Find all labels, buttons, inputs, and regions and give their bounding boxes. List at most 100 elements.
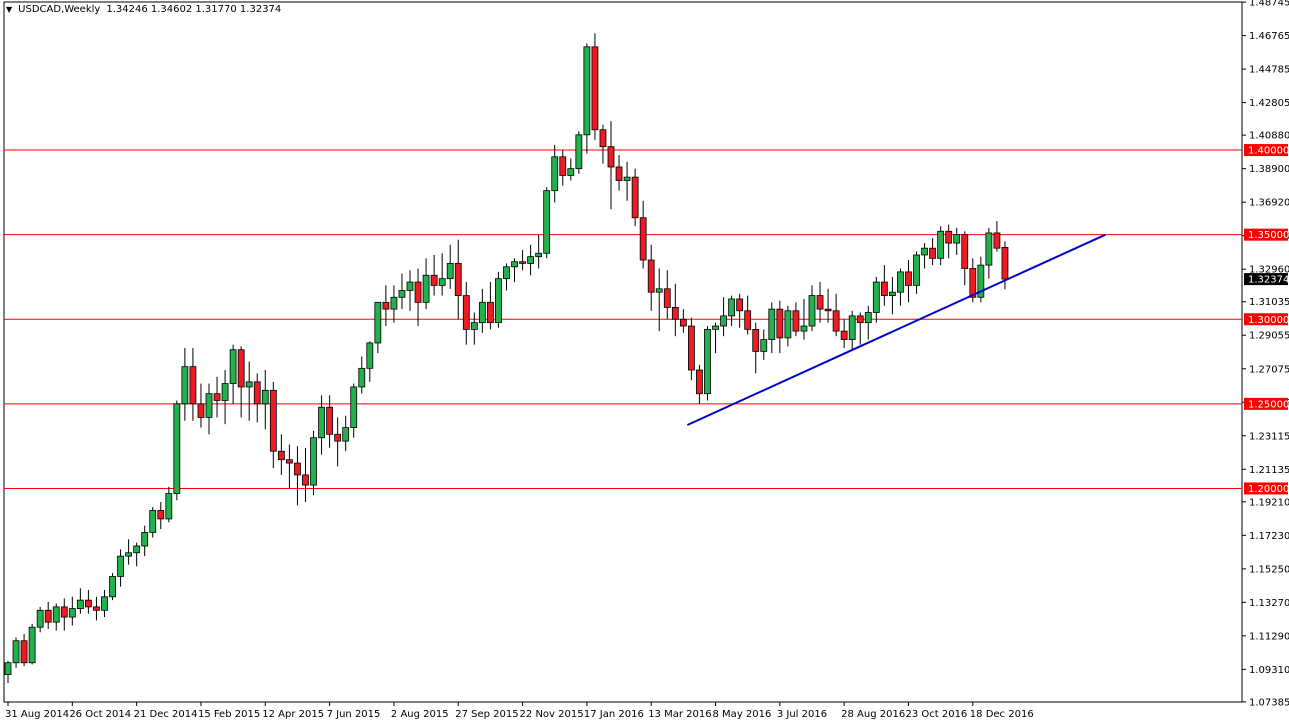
x-tick-label: 23 Oct 2016	[905, 709, 967, 720]
candle-body-bear	[752, 329, 760, 352]
candle-body-bull	[655, 288, 663, 293]
candle-body-bear	[93, 606, 100, 611]
candle-body-bull	[173, 403, 181, 494]
candle-body-bull	[495, 278, 502, 324]
candle-body-bull	[422, 274, 430, 303]
candle-body-bull	[897, 271, 904, 293]
candle-body-bull	[76, 599, 84, 609]
candle-body-bull	[808, 295, 816, 327]
x-tick-label: 31 Aug 2014	[5, 709, 69, 720]
candle-body-bear	[157, 510, 165, 520]
candle-body-bull	[760, 339, 768, 352]
candle-body-bear	[294, 462, 301, 476]
x-tick-label: 12 Apr 2015	[262, 709, 324, 720]
candle-body-bull	[245, 381, 253, 388]
candle-body-bull	[864, 312, 872, 324]
candle-body-bear	[631, 176, 639, 219]
candle-body-bear	[269, 389, 277, 452]
candle-body-bear	[559, 156, 567, 176]
y-tick-label: 1.31035	[1249, 297, 1289, 308]
candle-body-bull	[205, 393, 213, 418]
y-tick-label: 1.17230	[1249, 531, 1289, 542]
candle-body-bear	[929, 247, 936, 259]
candle-body-bear	[744, 310, 752, 330]
candle-body-bull	[872, 281, 880, 313]
candle-body-bear	[213, 393, 221, 401]
candle-body-bear	[326, 406, 334, 435]
candle-body-bear	[486, 301, 494, 324]
candle-body-bear	[607, 146, 615, 168]
hline-price-label: 1.30000	[1248, 315, 1289, 326]
candle-body-bear	[85, 599, 92, 608]
candle-body-bull	[503, 266, 510, 280]
y-tick-label: 1.07385	[1249, 697, 1289, 708]
candle-body-bull	[358, 367, 366, 388]
candle-body-bear	[44, 609, 52, 623]
candle-body-bear	[945, 230, 953, 244]
candle-body-bull	[470, 322, 478, 330]
y-tick-label: 1.19210	[1249, 497, 1289, 508]
candle-body-bull	[221, 383, 229, 401]
candle-body-bear	[1001, 247, 1009, 280]
candle-body-bull	[438, 278, 446, 286]
x-axis: 31 Aug 2014 26 Oct 2014 21 Dec 2014 15 Feb …	[5, 702, 1034, 720]
y-tick-label: 1.23115	[1249, 431, 1289, 442]
y-tick-label: 1.15250	[1249, 564, 1289, 575]
candle-body-bear	[302, 474, 309, 486]
y-tick-label: 1.42805	[1249, 98, 1289, 109]
candle-body-bear	[639, 217, 647, 261]
trendline[interactable]	[686, 233, 1106, 426]
candle-body-bull	[374, 301, 382, 344]
candle-body-bull	[117, 555, 124, 577]
y-tick-label: 1.44785	[1249, 65, 1289, 76]
candle-body-bear	[824, 308, 832, 312]
candle-body-bull	[52, 606, 60, 623]
candle-body-bear	[60, 606, 68, 618]
candle-body-bull	[28, 626, 36, 664]
hline-price-label: 1.40000	[1248, 146, 1289, 157]
x-tick-label: 26 Oct 2014	[69, 709, 131, 720]
candle-body-bear	[197, 403, 205, 418]
candle-body-bear	[237, 349, 245, 388]
candle-body-bear	[599, 129, 607, 148]
candle-body-bear	[993, 232, 1001, 249]
candle-body-bear	[382, 301, 390, 310]
candle-body-bull	[511, 261, 518, 268]
candle-body-bull	[109, 576, 116, 598]
y-tick-label: 1.11290	[1249, 631, 1289, 642]
x-tick-label: 8 May 2016	[713, 709, 772, 720]
candle-body-bear	[776, 308, 784, 339]
candle-body-bull	[12, 640, 20, 664]
x-tick-label: 3 Jul 2016	[777, 709, 827, 720]
y-tick-label: 1.27075	[1249, 364, 1289, 375]
candle-body-bear	[792, 310, 800, 332]
y-tick-label: 1.13270	[1249, 598, 1289, 609]
candle-body-bear	[591, 46, 599, 131]
candle-body-bull	[318, 406, 325, 439]
candle-body-bull	[141, 532, 149, 547]
candle-body-bear	[189, 366, 197, 405]
candle-body-bull	[985, 232, 993, 266]
candle-body-bull	[68, 608, 76, 618]
candle-body-bear	[671, 307, 679, 320]
candle-body-bear	[856, 315, 864, 324]
candle-body-bull	[4, 662, 12, 675]
y-axis: 1.48745 1.46765 1.44785 1.42805 1.40880 1.389…	[1242, 0, 1289, 708]
candle-body-bear	[840, 330, 848, 340]
y-tick-label: 1.21135	[1249, 465, 1289, 476]
x-tick-label: 17 Jan 2016	[584, 709, 644, 720]
y-tick-label: 1.48745	[1249, 0, 1289, 9]
current-price-label: 1.32374	[1248, 275, 1289, 286]
trendline-group[interactable]	[686, 233, 1106, 426]
candle-body-bear	[277, 450, 285, 461]
candle-body-bear	[880, 281, 888, 296]
hline-price-label: 1.35000	[1248, 230, 1289, 241]
candle-body-bull	[478, 301, 486, 324]
candle-body-bear	[736, 298, 744, 312]
candlestick-chart[interactable]: 1.48745 1.46765 1.44785 1.42805 1.40880 1.389…	[0, 0, 1289, 726]
y-tick-label: 1.40880	[1249, 131, 1289, 142]
candle-body-bull	[149, 510, 157, 533]
x-tick-label: 21 Dec 2014	[134, 709, 198, 720]
candle-body-bull	[704, 329, 711, 395]
candle-body-bull	[937, 230, 945, 259]
